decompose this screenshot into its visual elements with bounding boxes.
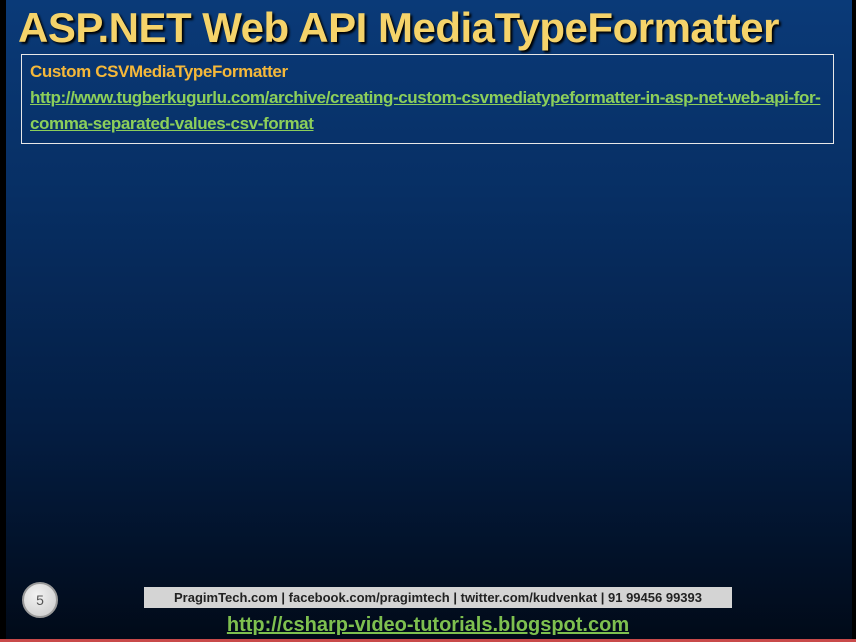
slide-title: ASP.NET Web API MediaTypeFormatter (18, 4, 779, 51)
slide: ASP.NET Web API MediaTypeFormatter Custo… (0, 0, 856, 642)
content-box: Custom CSVMediaTypeFormatter http://www.… (21, 54, 834, 144)
blog-link[interactable]: http://csharp-video-tutorials.blogspot.c… (0, 612, 856, 638)
right-edge (852, 0, 856, 642)
article-link[interactable]: http://www.tugberkugurlu.com/archive/cre… (30, 85, 825, 137)
box-heading: Custom CSVMediaTypeFormatter (30, 62, 288, 81)
left-edge (0, 0, 6, 642)
footer-contact-bar: PragimTech.com | facebook.com/pragimtech… (144, 587, 732, 608)
